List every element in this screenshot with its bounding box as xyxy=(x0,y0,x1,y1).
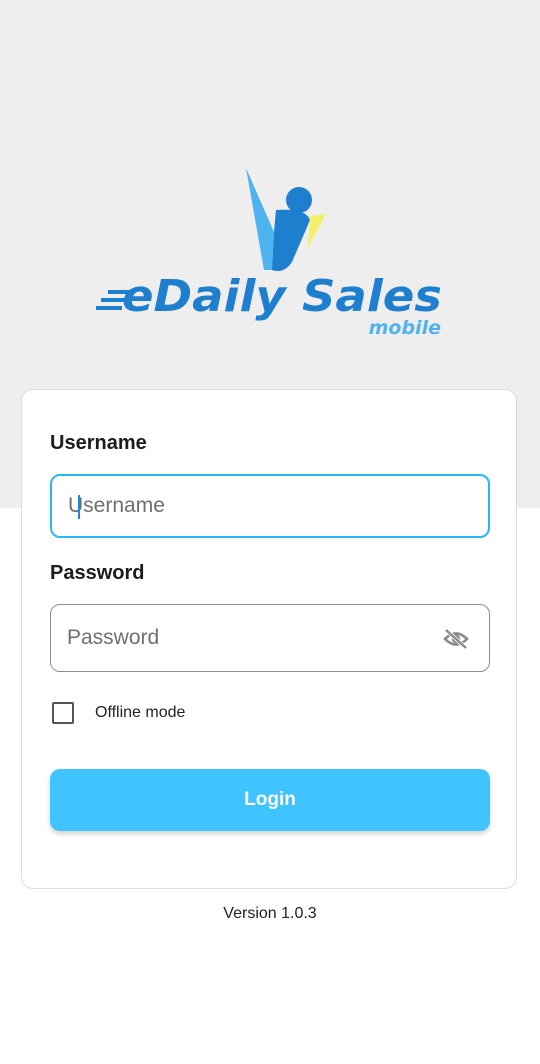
password-input[interactable] xyxy=(51,605,489,671)
logo-subtitle: mobile xyxy=(369,317,441,339)
login-card: Username Password Offline mode Login xyxy=(21,389,517,889)
username-input[interactable] xyxy=(52,476,488,536)
logo-figure-arm xyxy=(246,168,274,270)
logo-figure-body xyxy=(272,209,310,271)
app-logo: eDaily Sales mobile xyxy=(96,160,446,340)
logo-wordmark: eDaily Sales xyxy=(122,271,442,322)
app-version: Version 1.0.3 xyxy=(223,905,317,922)
password-label: Password xyxy=(50,562,145,584)
logo-figure-head xyxy=(286,187,312,213)
offline-mode-checkbox[interactable] xyxy=(52,702,74,724)
password-field-container[interactable] xyxy=(50,604,490,672)
text-cursor xyxy=(78,495,80,519)
logo-figure-accent xyxy=(308,214,326,248)
offline-mode-row[interactable]: Offline mode xyxy=(52,698,185,728)
offline-mode-label: Offline mode xyxy=(95,704,186,721)
username-field-container[interactable] xyxy=(50,474,490,538)
eye-off-icon[interactable] xyxy=(443,627,469,651)
login-button[interactable]: Login xyxy=(50,769,490,831)
username-label: Username xyxy=(50,432,147,454)
